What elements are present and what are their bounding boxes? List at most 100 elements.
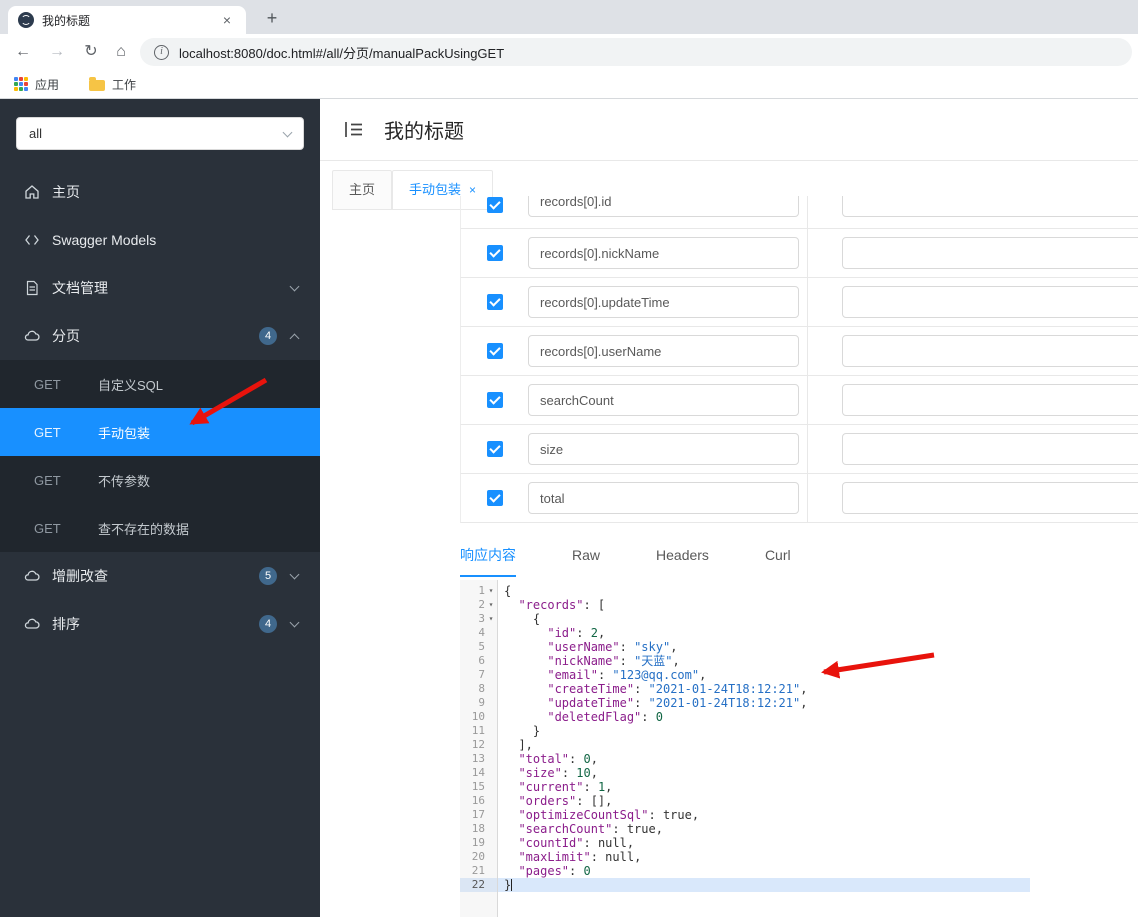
sidebar-api-manual-pack[interactable]: GET 手动包装 <box>0 408 320 456</box>
reload-icon[interactable]: ↻ <box>78 39 104 65</box>
param-value-input[interactable] <box>842 196 1138 217</box>
browser-tab[interactable]: 我的标题 × <box>8 6 246 34</box>
code-line: } <box>504 724 541 738</box>
page: 我的标题 × + ← → ↻ ⌂ i localhost:8080/doc.ht… <box>0 0 1138 917</box>
sidebar-api-query-missing[interactable]: GET 查不存在的数据 <box>0 504 320 552</box>
favicon <box>18 12 34 28</box>
bookmark-folder-work[interactable]: 工作 <box>89 76 136 93</box>
gutter-line: 21 <box>471 864 485 877</box>
api-label: 手动包装 <box>98 425 151 441</box>
param-name-input[interactable] <box>528 433 799 465</box>
code-gutter: 1 ▾ 2 ▾ 3 ▾ 4 5 6 7 8 9 10 11 12 13 14 15 16 17 18 19 20 21 22 <box>460 580 498 917</box>
tab-headers[interactable]: Headers <box>656 537 709 577</box>
http-method-label: GET <box>34 520 61 536</box>
sidebar-item-swagger-models[interactable]: Swagger Models <box>0 216 320 264</box>
sidebar-api-no-params[interactable]: GET 不传参数 <box>0 456 320 504</box>
param-value-input[interactable] <box>842 482 1138 514</box>
tab-raw[interactable]: Raw <box>572 537 600 577</box>
param-value-input[interactable] <box>842 433 1138 465</box>
browser-addressbar: ← → ↻ ⌂ i localhost:8080/doc.html#/all/分… <box>0 34 1138 70</box>
doc-tab-label: 手动包装 <box>409 182 462 197</box>
param-checkbox[interactable] <box>487 197 503 213</box>
info-icon[interactable]: i <box>154 44 169 60</box>
column-divider <box>807 229 808 277</box>
doc-tab-home[interactable]: 主页 <box>332 170 393 210</box>
group-select-value: all <box>29 126 43 141</box>
code-line: "optimizeCountSql": true, <box>518 808 700 822</box>
param-checkbox[interactable] <box>487 343 503 359</box>
new-tab-button[interactable]: + <box>260 7 284 31</box>
response-tabs: 响应内容 Raw Headers Curl <box>460 537 847 577</box>
param-row <box>460 278 1138 327</box>
param-value-input[interactable] <box>842 286 1138 318</box>
sidebar-item-crud[interactable]: 增删改查 5 <box>0 552 320 600</box>
code-line: { <box>504 584 512 598</box>
param-checkbox[interactable] <box>487 392 503 408</box>
fold-icon: ▾ <box>488 586 494 595</box>
code-line: "updateTime": "2021-01-24T18:12:21", <box>547 696 808 710</box>
chevron-down-icon <box>289 281 300 292</box>
http-method-label: GET <box>34 472 61 488</box>
gutter-line: 16 <box>471 794 485 807</box>
param-name-input[interactable] <box>528 335 799 367</box>
param-checkbox[interactable] <box>487 490 503 506</box>
forward-icon[interactable]: → <box>44 39 70 65</box>
url-bar[interactable]: i localhost:8080/doc.html#/all/分页/manual… <box>140 38 1132 66</box>
back-icon[interactable]: ← <box>10 39 36 65</box>
cloud-icon <box>24 330 40 341</box>
group-select[interactable]: all <box>16 117 304 150</box>
param-name-input[interactable] <box>528 286 799 318</box>
sidebar-item-label: 主页 <box>52 184 80 200</box>
param-value-input[interactable] <box>842 237 1138 269</box>
param-name-input[interactable] <box>528 384 799 416</box>
param-name-input[interactable] <box>528 196 799 217</box>
param-checkbox[interactable] <box>487 245 503 261</box>
bookmarks-bar: 应用 工作 <box>0 70 1138 99</box>
sidebar-item-sort[interactable]: 排序 4 <box>0 600 320 648</box>
tab-response-content[interactable]: 响应内容 <box>460 537 516 577</box>
param-row <box>460 474 1138 523</box>
api-label: 查不存在的数据 <box>98 521 190 537</box>
code-line: "records": [ <box>518 598 606 612</box>
tab-curl[interactable]: Curl <box>765 537 791 577</box>
home-icon[interactable]: ⌂ <box>108 39 134 65</box>
response-code-editor[interactable]: 1 ▾ 2 ▾ 3 ▾ 4 5 6 7 8 9 10 11 12 13 14 15 16 17 18 19 20 21 22 {… <box>460 580 1030 917</box>
param-checkbox[interactable] <box>487 294 503 310</box>
cloud-icon <box>24 570 40 581</box>
count-badge: 4 <box>259 327 277 345</box>
chevron-down-icon <box>289 617 300 628</box>
code-line: "orders": [], <box>518 794 613 808</box>
code-line: "userName": "sky", <box>547 640 678 654</box>
code-line: "createTime": "2021-01-24T18:12:21", <box>547 682 808 696</box>
gutter-line: 13 <box>471 752 485 765</box>
param-name-input[interactable] <box>528 237 799 269</box>
close-icon[interactable]: × <box>469 183 476 197</box>
browser-tabstrip: 我的标题 × + <box>0 0 1138 34</box>
gutter-line: 11 <box>471 724 485 737</box>
bookmark-apps[interactable]: 应用 <box>14 76 59 93</box>
sidebar-item-label: Swagger Models <box>52 232 157 248</box>
sidebar-item-doc-management[interactable]: 文档管理 <box>0 264 320 312</box>
count-badge: 4 <box>259 615 277 633</box>
sidebar-api-custom-sql[interactable]: GET 自定义SQL <box>0 360 320 408</box>
gutter-line: 7 <box>478 668 485 681</box>
param-checkbox[interactable] <box>487 441 503 457</box>
gutter-line: 22 <box>460 878 497 892</box>
sidebar-item-label: 增删改查 <box>52 568 108 584</box>
param-value-input[interactable] <box>842 384 1138 416</box>
param-name-input[interactable] <box>528 482 799 514</box>
sidebar-item-home[interactable]: 主页 <box>0 168 320 216</box>
fold-icon: ▾ <box>488 614 494 623</box>
code-line: "current": 1, <box>518 780 613 794</box>
gutter-line: 10 <box>471 710 485 723</box>
sidebar-item-pagination[interactable]: 分页 4 <box>0 312 320 360</box>
collapse-sidebar-button[interactable] <box>344 121 364 138</box>
chevron-down-icon <box>282 127 293 137</box>
param-value-input[interactable] <box>842 335 1138 367</box>
gutter-line: 3 ▾ <box>460 612 497 626</box>
http-method-label: GET <box>34 424 61 440</box>
code-content: { "records": [ { "id": 2, "userName": "s… <box>498 580 1030 917</box>
gutter-line: 12 <box>471 738 485 751</box>
gutter-line: 1 ▾ <box>460 584 497 598</box>
close-tab-icon[interactable]: × <box>218 12 236 28</box>
